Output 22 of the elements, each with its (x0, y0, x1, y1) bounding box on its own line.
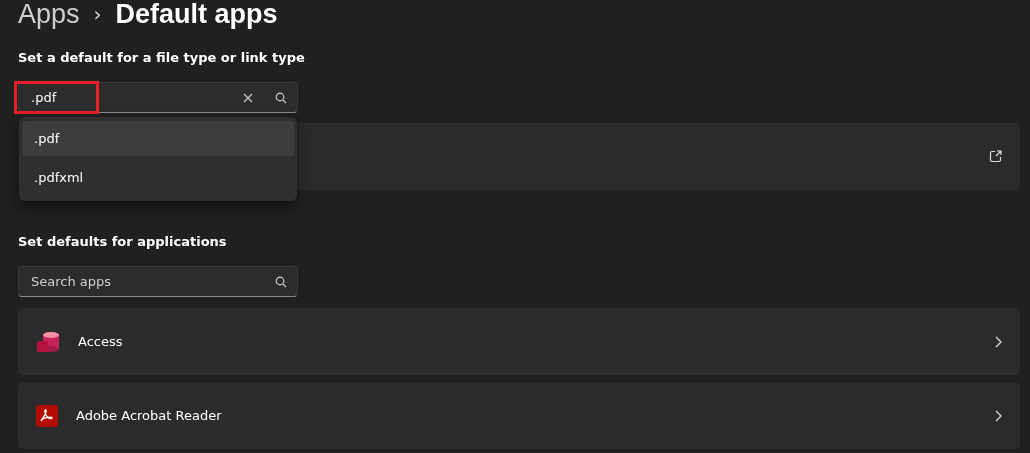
search-icon[interactable] (275, 275, 287, 288)
breadcrumb-separator: › (93, 2, 102, 26)
section-heading: Set a default for a file type or link type (18, 50, 306, 65)
app-name: Access (78, 334, 124, 349)
search-input[interactable]: .pdf (29, 89, 235, 106)
breadcrumb-parent[interactable]: Apps (18, 0, 80, 30)
external-link-icon[interactable] (989, 150, 1002, 163)
app-name: Adobe Acrobat Reader (76, 408, 223, 423)
chevron-right-icon (994, 335, 1002, 348)
close-icon[interactable] (243, 92, 253, 103)
chevron-right-icon (994, 409, 1002, 422)
pdf-app-icon (36, 404, 58, 427)
app-row[interactable]: Adobe Acrobat Reader (18, 382, 1020, 449)
section-heading: Set defaults for applications (18, 234, 228, 249)
suggestion-item[interactable]: .pdfxml (22, 160, 294, 195)
search-icon[interactable] (275, 91, 287, 104)
suggestion-item[interactable]: .pdf (22, 121, 294, 156)
page-title: Default apps (115, 0, 278, 30)
database-icon (36, 329, 60, 354)
search-input[interactable]: Search apps (29, 273, 267, 290)
app-row[interactable]: Access (18, 308, 1020, 375)
app-search-field[interactable]: Search apps (18, 266, 298, 297)
